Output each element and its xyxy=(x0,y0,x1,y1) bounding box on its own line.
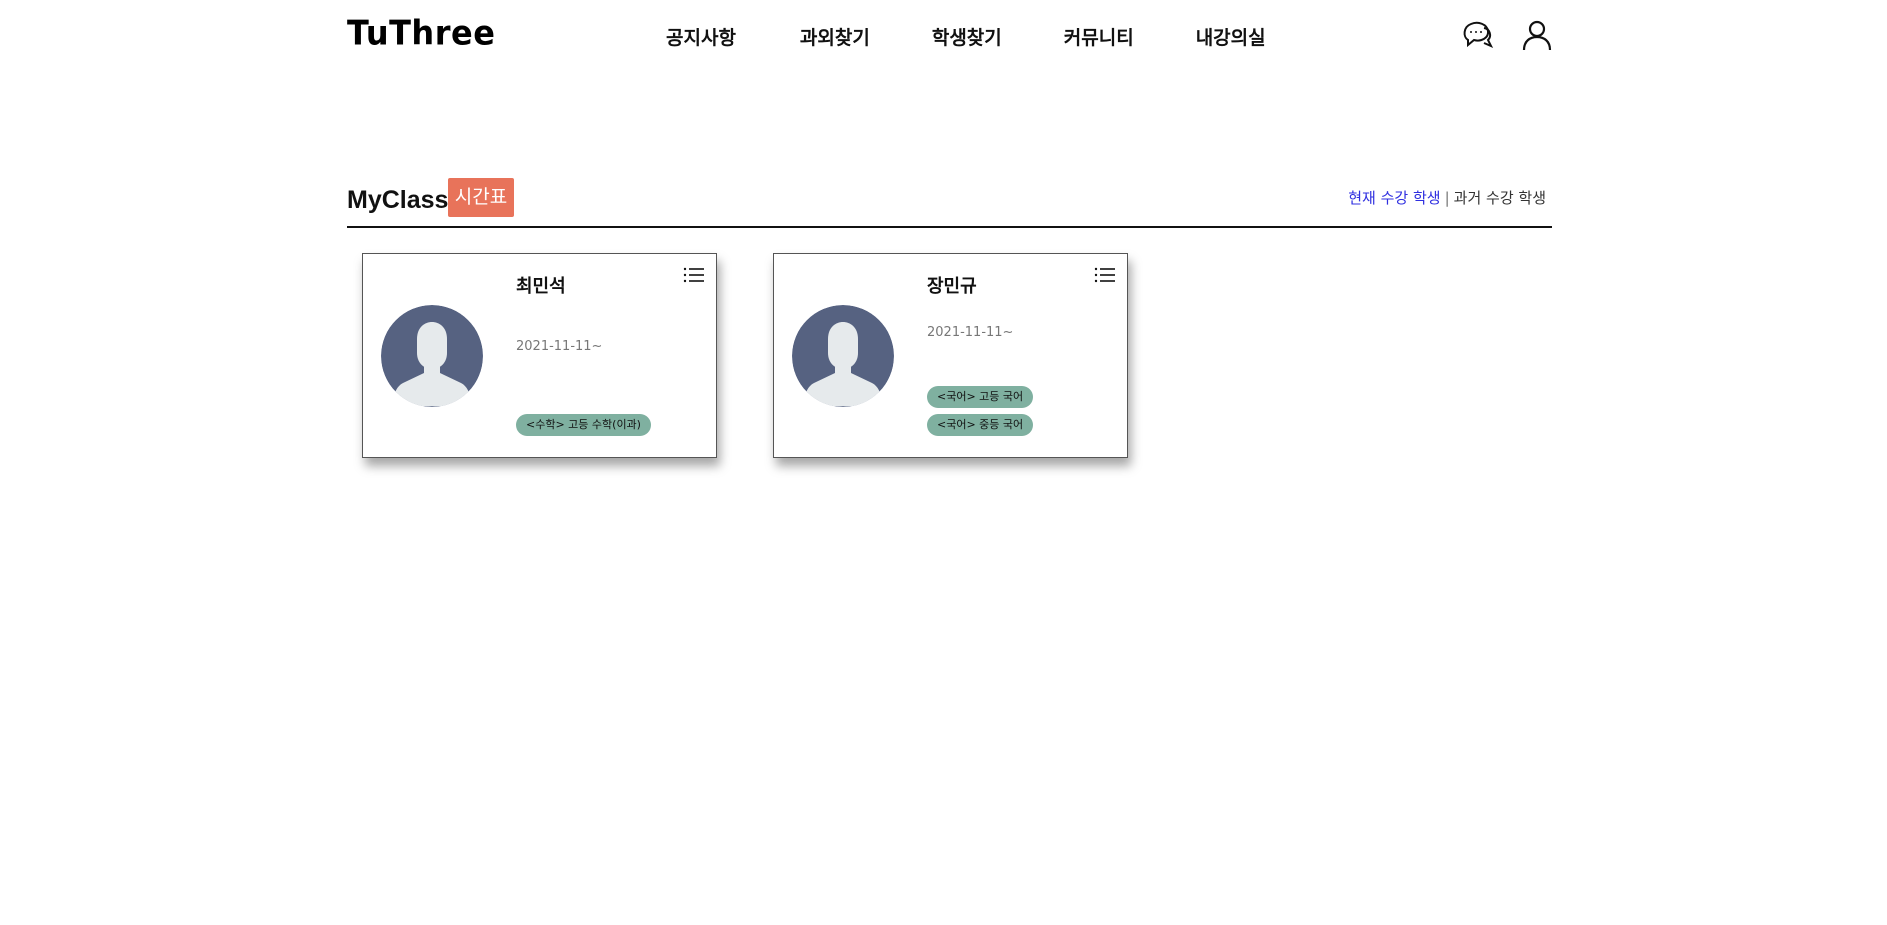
filter-current-students[interactable]: 현재 수강 학생 xyxy=(1348,189,1440,207)
nav-find-student[interactable]: 학생찾기 xyxy=(932,23,1002,50)
myclass-header: MyClass 시간표 현재 수강 학생 | 과거 수강 학생 xyxy=(347,178,1552,228)
schedule-button[interactable]: 시간표 xyxy=(448,178,514,217)
nav-my-classroom[interactable]: 내강의실 xyxy=(1196,23,1266,50)
subject-badges: <수학> 고등 수학(이과) xyxy=(516,414,651,436)
nav-find-tutor[interactable]: 과외찾기 xyxy=(800,23,870,50)
student-name: 장민규 xyxy=(927,276,977,297)
nav-community[interactable]: 커뮤니티 xyxy=(1064,23,1134,50)
avatar-icon xyxy=(792,305,894,407)
header-icons xyxy=(1460,18,1554,52)
menu-list-icon[interactable] xyxy=(1094,266,1116,284)
top-header: TuThree 공지사항 과외찾기 학생찾기 커뮤니티 내강의실 xyxy=(0,0,1887,74)
nav-notice[interactable]: 공지사항 xyxy=(666,23,736,50)
user-icon[interactable] xyxy=(1520,18,1554,52)
avatar-icon xyxy=(381,305,483,407)
subject-badges: <국어> 고등 국어 <국어> 중등 국어 xyxy=(927,386,1034,436)
subject-badge[interactable]: <수학> 고등 수학(이과) xyxy=(516,414,651,436)
filter-past-students[interactable]: 과거 수강 학생 xyxy=(1454,189,1546,207)
class-start-date: 2021-11-11~ xyxy=(516,339,603,354)
student-card[interactable]: 장민규 2021-11-11~ <국어> 고등 국어 <국어> 중등 국어 xyxy=(773,253,1128,458)
student-name: 최민석 xyxy=(516,276,566,297)
site-logo[interactable]: TuThree xyxy=(347,13,495,53)
menu-list-icon[interactable] xyxy=(683,266,705,284)
chat-icon[interactable] xyxy=(1460,18,1494,52)
page-title: MyClass xyxy=(347,186,449,214)
subject-badge[interactable]: <국어> 중등 국어 xyxy=(927,414,1034,436)
main-nav: 공지사항 과외찾기 학생찾기 커뮤니티 내강의실 xyxy=(666,23,1328,50)
class-start-date: 2021-11-11~ xyxy=(927,325,1014,340)
subject-badge[interactable]: <국어> 고등 국어 xyxy=(927,386,1034,408)
student-filter: 현재 수강 학생 | 과거 수강 학생 xyxy=(1348,187,1546,208)
filter-divider: | xyxy=(1444,189,1450,207)
student-card[interactable]: 최민석 2021-11-11~ <수학> 고등 수학(이과) xyxy=(362,253,717,458)
